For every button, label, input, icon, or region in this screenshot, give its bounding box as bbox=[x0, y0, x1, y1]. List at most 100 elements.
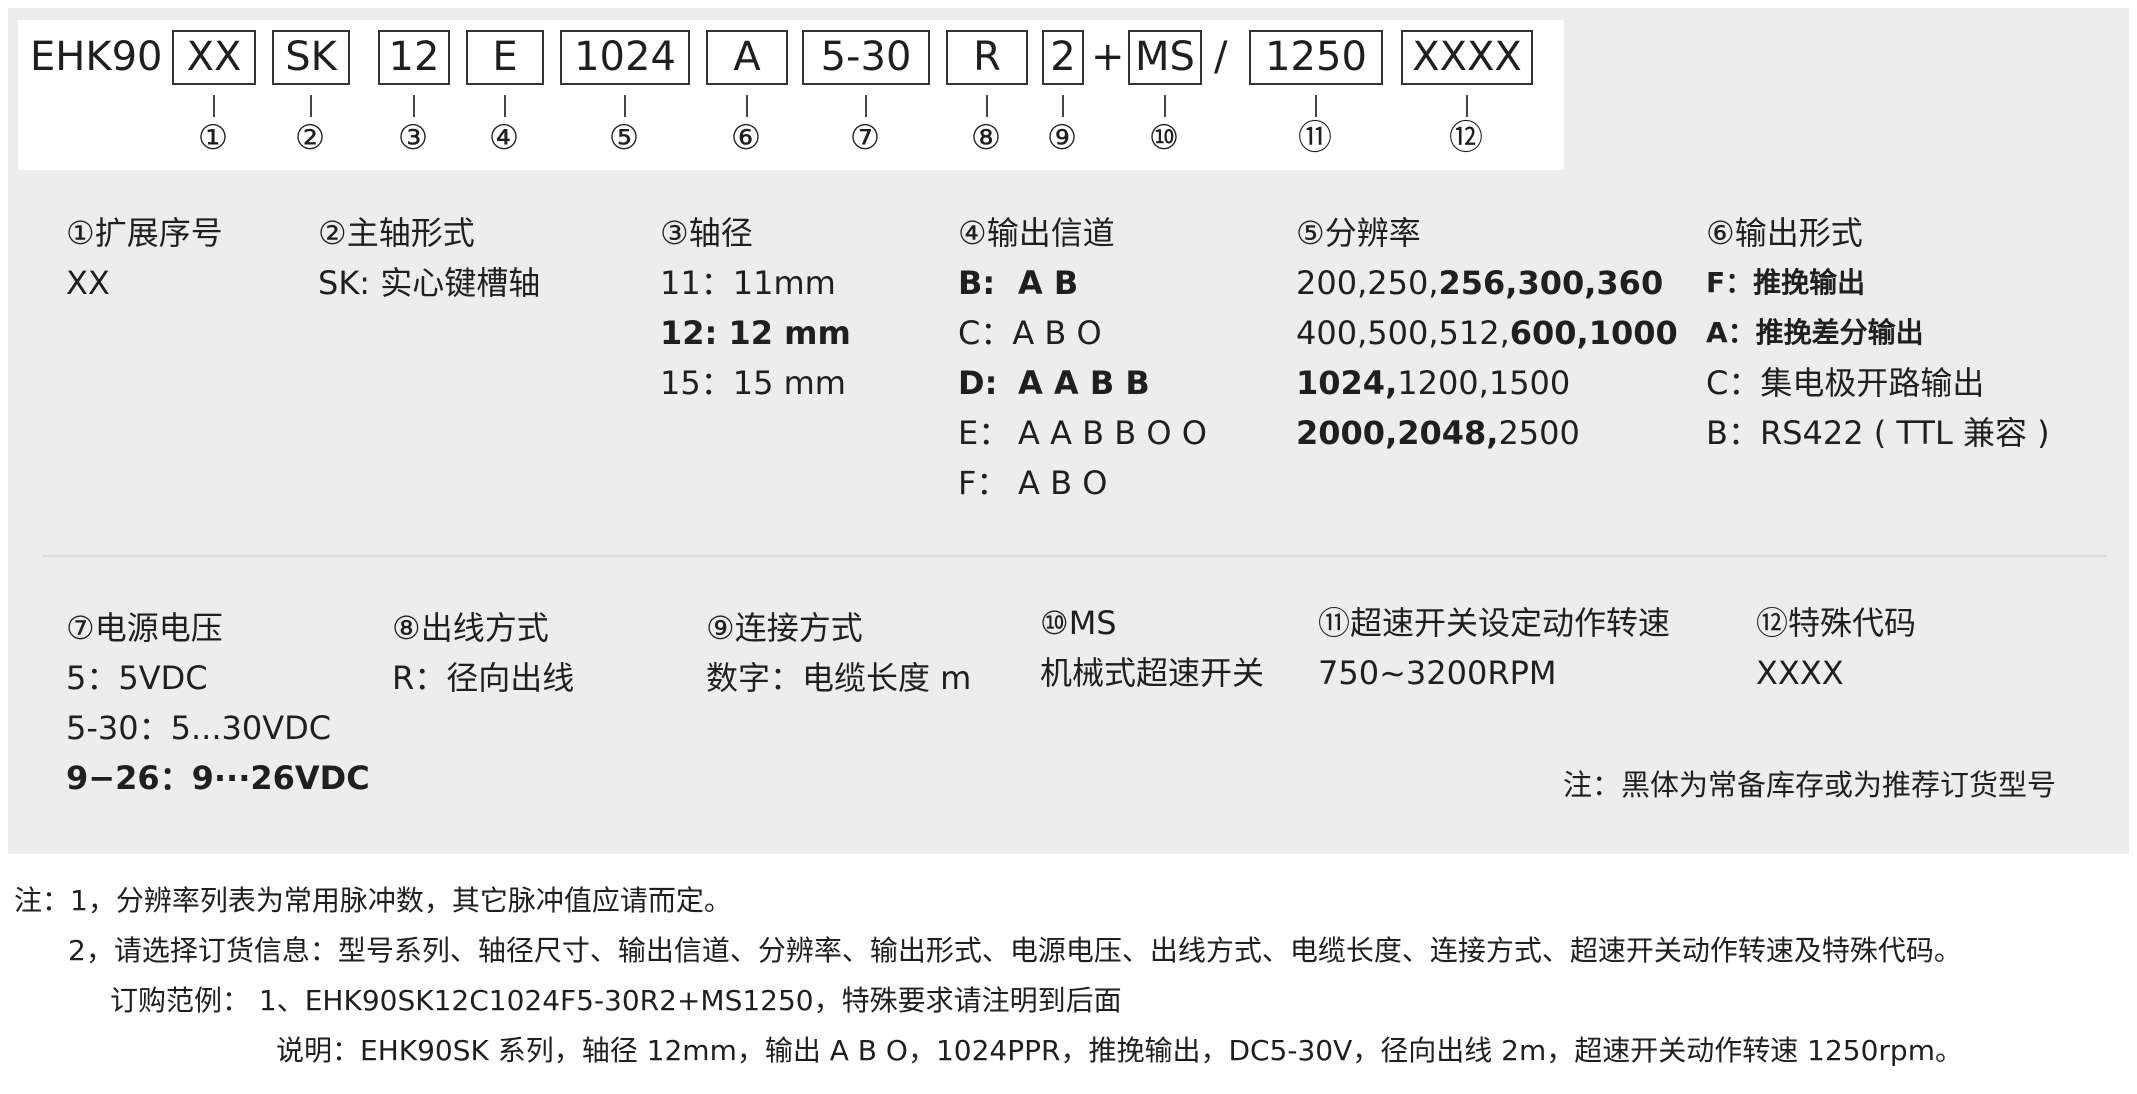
option-value: A A B B O O bbox=[1018, 414, 1207, 452]
resolution-values-bold: 256,300,360 bbox=[1438, 264, 1664, 302]
section-title: ①扩展序号 bbox=[66, 214, 223, 252]
section-special-code: ⑫特殊代码 XXXX bbox=[1756, 598, 1916, 698]
code-tick bbox=[746, 95, 748, 117]
section-title: ⑨连接方式 bbox=[706, 609, 863, 647]
option-line: 750~3200RPM bbox=[1318, 654, 1557, 692]
note-2: 2，请选择订货信息：型号系列、轴径尺寸、输出信道、分辨率、输出形式、电源电压、出… bbox=[68, 934, 1962, 967]
code-tick bbox=[413, 95, 415, 117]
order-explanation: 说明：EHK90SK 系列，轴径 12mm，输出 A B O，1024PPR，推… bbox=[276, 1034, 1963, 1067]
option-line: C：A B O bbox=[958, 314, 1102, 352]
resolution-values: 200,250, bbox=[1296, 264, 1439, 302]
option-line: D: A A B B bbox=[958, 358, 1207, 408]
section-divider bbox=[42, 555, 2107, 557]
option-code: D: bbox=[958, 364, 998, 402]
section-overspeed: ⑪超速开关设定动作转速 750~3200RPM bbox=[1318, 598, 1670, 698]
option-line: F： A B O bbox=[958, 458, 1207, 508]
section-title: ⑪超速开关设定动作转速 bbox=[1318, 604, 1671, 642]
code-segment-12: XXXX bbox=[1401, 30, 1533, 85]
option-line: 12: 12 mm bbox=[660, 314, 851, 352]
option-line: 5：5VDC bbox=[66, 659, 208, 697]
option-line: 5-30：5...30VDC bbox=[66, 709, 332, 747]
section-ms: ⑩MS 机械式超速开关 bbox=[1040, 598, 1264, 698]
code-segment-9: 2 bbox=[1042, 30, 1084, 85]
code-number-12: ⑫ bbox=[1449, 118, 1483, 158]
option-line: E： A A B B O O bbox=[958, 408, 1207, 458]
option-code: B: bbox=[958, 264, 996, 302]
option-line: R：径向出线 bbox=[392, 659, 575, 697]
code-tick bbox=[986, 95, 988, 117]
code-number-2: ② bbox=[294, 118, 326, 158]
option-line: 15：15 mm bbox=[660, 364, 846, 402]
code-segment-10: MS bbox=[1128, 30, 1202, 85]
code-tick bbox=[310, 95, 312, 117]
option-line: A：推挽差分输出 bbox=[1706, 316, 1924, 349]
resolution-values: 1200,1500 bbox=[1397, 364, 1571, 402]
section-output-channel: ④输出信道 B: A B C：A B O D: A A B B E： A A B B … bbox=[958, 208, 1207, 508]
code-segment-6: A bbox=[706, 30, 788, 85]
section-resolution: ⑤分辨率 200,250,256,300,360 400,500,512,600… bbox=[1296, 208, 1678, 458]
section-shaft-diameter: ③轴径 11：11mm 12: 12 mm 15：15 mm bbox=[660, 208, 851, 408]
code-tick bbox=[1315, 95, 1317, 117]
section-output-type: ⑥输出形式 F：推挽输出 A：推挽差分输出 C：集电极开路输出 B：RS422 … bbox=[1706, 208, 2050, 458]
code-number-4: ④ bbox=[488, 118, 520, 158]
code-tick bbox=[1164, 95, 1166, 117]
note-1: 注：1，分辨率列表为常用脉冲数，其它脉冲值应请而定。 bbox=[14, 884, 732, 917]
stock-note: 注：黑体为常备库存或为推荐订货型号 bbox=[1563, 768, 2057, 802]
resolution-values-bold: 600,1000 bbox=[1509, 314, 1678, 352]
option-line: 11：11mm bbox=[660, 264, 836, 302]
code-segment-3: 12 bbox=[378, 30, 450, 85]
section-supply-voltage: ⑦电源电压 5：5VDC 5-30：5...30VDC 9−26：9···26V… bbox=[66, 603, 370, 803]
code-segment-4: E bbox=[466, 30, 544, 85]
code-segment-2: SK bbox=[272, 30, 350, 85]
section-title: ②主轴形式 bbox=[318, 214, 475, 252]
code-tick bbox=[865, 95, 867, 117]
order-example: 订购范例： 1、EHK90SK12C1024F5-30R2+MS1250，特殊要… bbox=[110, 984, 1122, 1017]
option-line: 2000,2048,2500 bbox=[1296, 408, 1678, 458]
model-prefix: EHK90 bbox=[30, 34, 163, 80]
code-segment-1: XX bbox=[172, 30, 256, 85]
option-line: 400,500,512,600,1000 bbox=[1296, 308, 1678, 358]
code-segment-7: 5-30 bbox=[802, 30, 930, 85]
code-number-10: ⑩ bbox=[1148, 118, 1180, 158]
section-cable-exit: ⑧出线方式 R：径向出线 bbox=[392, 603, 574, 703]
code-number-6: ⑥ bbox=[730, 118, 762, 158]
code-number-5: ⑤ bbox=[608, 118, 640, 158]
option-code: E： bbox=[958, 414, 1011, 452]
section-extension: ①扩展序号 XX bbox=[66, 208, 223, 308]
section-title: ④输出信道 bbox=[958, 214, 1115, 252]
option-line: XX bbox=[66, 264, 110, 302]
option-line: B：RS422 ( TTL 兼容 ) bbox=[1706, 414, 2050, 452]
code-tick bbox=[504, 95, 506, 117]
code-tick bbox=[624, 95, 626, 117]
section-shaft-type: ②主轴形式 SK: 实心键槽轴 bbox=[318, 208, 540, 308]
code-tick bbox=[1062, 95, 1064, 117]
code-number-3: ③ bbox=[397, 118, 429, 158]
code-segment-11: 1250 bbox=[1249, 30, 1383, 85]
option-line: C：集电极开路输出 bbox=[1706, 364, 1985, 402]
option-line: 9−26：9···26VDC bbox=[66, 759, 370, 797]
resolution-values-bold: 2000,2048, bbox=[1296, 414, 1499, 452]
code-number-7: ⑦ bbox=[849, 118, 881, 158]
resolution-values-bold: 1024, bbox=[1296, 364, 1398, 402]
option-value: A B O bbox=[1018, 464, 1108, 502]
option-line: 数字：电缆长度 m bbox=[706, 659, 972, 697]
code-plus: + bbox=[1091, 34, 1125, 80]
option-line: SK: 实心键槽轴 bbox=[318, 264, 541, 302]
section-title: ⑫特殊代码 bbox=[1756, 604, 1917, 642]
code-tick bbox=[213, 95, 215, 117]
code-number-1: ① bbox=[197, 118, 229, 158]
option-line: F：推挽输出 bbox=[1706, 266, 1866, 299]
section-title: ⑦电源电压 bbox=[66, 609, 223, 647]
option-value: A A B B bbox=[1018, 364, 1150, 402]
code-number-8: ⑧ bbox=[970, 118, 1002, 158]
option-line: 机械式超速开关 bbox=[1040, 654, 1265, 692]
resolution-values: 400,500,512, bbox=[1296, 314, 1510, 352]
option-line: XXXX bbox=[1756, 654, 1844, 692]
code-segment-5: 1024 bbox=[560, 30, 690, 85]
section-title: ⑩MS bbox=[1040, 604, 1117, 642]
code-number-9: ⑨ bbox=[1046, 118, 1078, 158]
code-tick bbox=[1466, 95, 1468, 117]
option-line: 200,250,256,300,360 bbox=[1296, 258, 1678, 308]
section-title: ⑥输出形式 bbox=[1706, 214, 1863, 252]
code-slash: / bbox=[1214, 34, 1228, 80]
